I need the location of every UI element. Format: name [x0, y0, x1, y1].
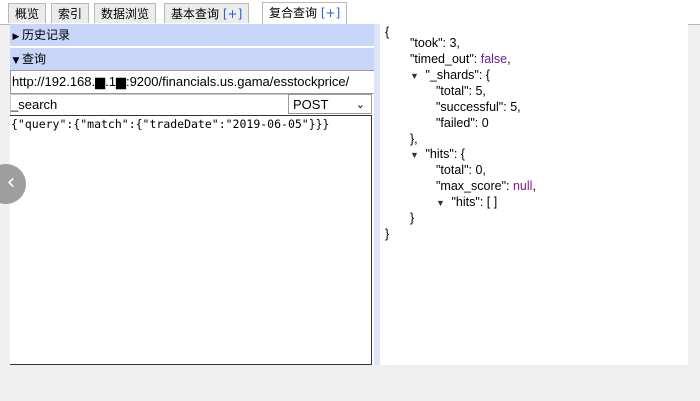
json-line-max-score: "max_score": null,: [436, 179, 536, 193]
json-key: "max_score": [436, 179, 507, 193]
json-line-shards[interactable]: ▼ "_shards": {: [410, 67, 490, 83]
query-header[interactable]: ▼ 查询: [10, 48, 374, 70]
json-close-shards: },: [410, 132, 418, 146]
json-key: "hits": [451, 195, 480, 209]
query-label: 查询: [22, 52, 47, 66]
json-key: "successful": [436, 100, 504, 114]
json-open: {: [385, 25, 390, 39]
tab-browser[interactable]: 数据浏览: [94, 3, 157, 23]
url-input[interactable]: http://192.168.▆.1▆:9200/financials.us.g…: [10, 70, 375, 94]
tab-bar: 概览 索引 数据浏览 基本查询 [+] 复合查询 [+]: [0, 0, 700, 25]
triangle-down-icon[interactable]: ▼: [410, 68, 422, 84]
json-value: 0: [475, 163, 483, 177]
json-line-hits[interactable]: ▼ "hits": {: [410, 146, 465, 162]
tab-overview[interactable]: 概览: [8, 3, 47, 23]
json-key: "total": [436, 84, 469, 98]
query-body-editor[interactable]: {"query":{"match":{"tradeDate":"2019-06-…: [10, 115, 372, 365]
json-key: "took": [410, 36, 443, 50]
json-line-hits-total: "total": 0,: [436, 163, 486, 177]
json-line-timed-out: "timed_out": false,: [410, 52, 511, 66]
json-value: [ ]: [486, 195, 498, 209]
json-close-hits: }: [410, 211, 415, 225]
tab-compound-query[interactable]: 复合查询 [+]: [262, 2, 348, 24]
json-value: null: [512, 179, 533, 193]
json-key: "_shards": [425, 68, 479, 82]
tab-plus[interactable]: [+]: [223, 7, 242, 21]
json-value: 5: [475, 84, 483, 98]
json-value: 5: [510, 100, 518, 114]
json-key: "timed_out": [410, 52, 474, 66]
json-key: "hits": [425, 147, 454, 161]
history-header[interactable]: ▶ 历史记录: [10, 24, 374, 46]
triangle-down-icon[interactable]: ▼: [410, 147, 422, 163]
method-value: POST: [293, 97, 329, 112]
triangle-down-icon[interactable]: ▼: [436, 195, 448, 211]
chevron-down-icon: ⌄: [355, 99, 365, 111]
tab-label: 复合查询: [269, 6, 321, 20]
triangle-down-icon: ▼: [12, 56, 20, 66]
json-line-shards-failed: "failed": 0: [436, 116, 489, 130]
method-select[interactable]: POST ⌄: [288, 94, 372, 114]
json-key: "total": [436, 163, 469, 177]
tab-label: 索引: [58, 7, 83, 21]
history-label: 历史记录: [22, 28, 71, 42]
request-panel: ▶ 历史记录 ▼ 查询 http://192.168.▆.1▆:9200/finan…: [10, 24, 375, 365]
json-value: 3: [449, 36, 457, 50]
tab-plus[interactable]: [+]: [321, 6, 340, 20]
json-close: }: [385, 227, 390, 241]
json-value: false: [480, 52, 508, 66]
json-line-shards-successful: "successful": 5,: [436, 100, 521, 114]
tab-label: 概览: [15, 7, 40, 21]
tab-label: 基本查询: [171, 7, 223, 21]
json-line-hits-hits[interactable]: ▼ "hits": [ ]: [436, 194, 497, 210]
path-input[interactable]: _search: [10, 94, 289, 116]
tab-label: 数据浏览: [101, 7, 150, 21]
response-panel: { "took": 3, "timed_out": false, ▼ "_sha…: [380, 24, 688, 365]
triangle-right-icon: ▶: [12, 32, 20, 42]
tab-basic-query[interactable]: 基本查询 [+]: [164, 3, 250, 23]
json-value: 0: [481, 116, 489, 130]
json-line-shards-total: "total": 5,: [436, 84, 486, 98]
json-key: "failed": [436, 116, 475, 130]
tab-indices[interactable]: 索引: [51, 3, 90, 23]
json-line-took: "took": 3,: [410, 36, 460, 50]
